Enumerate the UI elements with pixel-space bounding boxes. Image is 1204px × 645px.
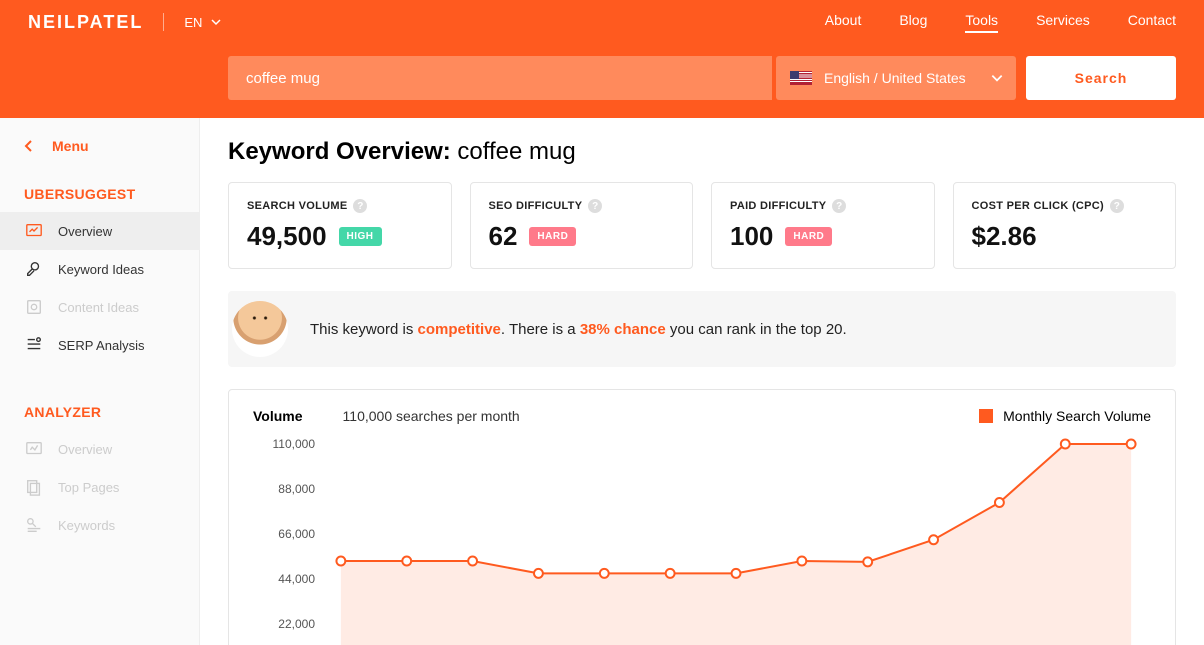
nav-tools[interactable]: Tools bbox=[965, 12, 998, 33]
chart-point[interactable] bbox=[666, 569, 675, 578]
stat-label: COST PER CLICK (CPC) ? bbox=[972, 199, 1158, 213]
sidebar: Menu UBERSUGGEST OverviewKeyword IdeasCo… bbox=[0, 118, 200, 645]
section-analyzer: ANALYZER bbox=[0, 390, 199, 430]
chart-point[interactable] bbox=[929, 535, 938, 544]
chart-point[interactable] bbox=[995, 498, 1004, 507]
chart-point[interactable] bbox=[402, 557, 411, 566]
y-tick: 88,000 bbox=[278, 482, 315, 496]
help-icon[interactable]: ? bbox=[832, 199, 846, 213]
sidebar-item-keyword-ideas[interactable]: Keyword Ideas bbox=[0, 250, 199, 288]
badge: HARD bbox=[529, 227, 576, 246]
help-icon[interactable]: ? bbox=[588, 199, 602, 213]
nav-blog[interactable]: Blog bbox=[899, 12, 927, 33]
menu-label: Menu bbox=[52, 138, 89, 154]
nav-about[interactable]: About bbox=[825, 12, 862, 33]
serp-icon bbox=[24, 336, 44, 354]
chart-point[interactable] bbox=[863, 557, 872, 566]
insight-text: This keyword is competitive. There is a … bbox=[310, 321, 847, 338]
stat-value: $2.86 bbox=[972, 221, 1037, 252]
keyword-icon bbox=[24, 260, 44, 278]
analyzer-icon bbox=[24, 440, 44, 458]
language-selector[interactable]: EN bbox=[184, 15, 222, 30]
pages-icon bbox=[24, 478, 44, 496]
y-tick: 22,000 bbox=[278, 617, 315, 631]
overview-icon bbox=[24, 222, 44, 240]
volume-chart-card: Volume 110,000 searches per month Monthl… bbox=[228, 389, 1176, 645]
stat-card-cost-per-click-cpc-: COST PER CLICK (CPC) ? $2.86 bbox=[953, 182, 1177, 269]
stat-value: 49,500 bbox=[247, 221, 327, 252]
keyword-search-input[interactable] bbox=[228, 56, 772, 100]
chevron-down-icon bbox=[210, 16, 222, 28]
menu-back-button[interactable]: Menu bbox=[0, 138, 199, 172]
us-flag-icon bbox=[790, 71, 812, 85]
sidebar-item-top-pages: Top Pages bbox=[0, 468, 199, 506]
sidebar-item-overview[interactable]: Overview bbox=[0, 212, 199, 250]
chevron-left-icon bbox=[24, 139, 34, 153]
stat-value: 100 bbox=[730, 221, 773, 252]
badge: HIGH bbox=[339, 227, 382, 246]
chart-point[interactable] bbox=[468, 557, 477, 566]
page-title: Keyword Overview: coffee mug bbox=[228, 138, 1176, 166]
chart-point[interactable] bbox=[797, 557, 806, 566]
language-label: EN bbox=[184, 15, 202, 30]
stat-label: PAID DIFFICULTY ? bbox=[730, 199, 916, 213]
stat-card-search-volume: SEARCH VOLUME ? 49,500 HIGH bbox=[228, 182, 452, 269]
help-icon[interactable]: ? bbox=[353, 199, 367, 213]
chart-point[interactable] bbox=[534, 569, 543, 578]
keywords-icon bbox=[24, 516, 44, 534]
y-tick: 66,000 bbox=[278, 527, 315, 541]
content-icon bbox=[24, 298, 44, 316]
chevron-down-icon bbox=[990, 71, 1004, 85]
chart-point[interactable] bbox=[600, 569, 609, 578]
badge: HARD bbox=[785, 227, 832, 246]
chart-point[interactable] bbox=[336, 557, 345, 566]
avatar-icon bbox=[232, 301, 288, 357]
sidebar-item-serp-analysis[interactable]: SERP Analysis bbox=[0, 326, 199, 364]
locale-label: English / United States bbox=[824, 70, 966, 86]
chart-legend: Monthly Search Volume bbox=[979, 408, 1151, 424]
nav-services[interactable]: Services bbox=[1036, 12, 1090, 33]
chart-point[interactable] bbox=[732, 569, 741, 578]
stat-card-paid-difficulty: PAID DIFFICULTY ? 100 HARD bbox=[711, 182, 935, 269]
chart-title: Volume bbox=[253, 408, 303, 424]
divider bbox=[163, 13, 164, 31]
top-nav: About Blog Tools Services Contact bbox=[825, 12, 1176, 33]
locale-selector[interactable]: English / United States bbox=[776, 56, 1016, 100]
chart-point[interactable] bbox=[1127, 440, 1136, 449]
y-tick: 44,000 bbox=[278, 572, 315, 586]
stat-value: 62 bbox=[489, 221, 518, 252]
insight-banner: This keyword is competitive. There is a … bbox=[228, 291, 1176, 367]
help-icon[interactable]: ? bbox=[1110, 199, 1124, 213]
section-ubersuggest: UBERSUGGEST bbox=[0, 172, 199, 212]
chart-point[interactable] bbox=[1061, 440, 1070, 449]
sidebar-item-keywords: Keywords bbox=[0, 506, 199, 544]
y-tick: 110,000 bbox=[273, 437, 316, 451]
chart-area-fill bbox=[341, 444, 1131, 645]
legend-swatch-icon bbox=[979, 409, 993, 423]
brand-logo[interactable]: NEILPATEL bbox=[28, 12, 143, 33]
sidebar-item-content-ideas: Content Ideas bbox=[0, 288, 199, 326]
search-button[interactable]: Search bbox=[1026, 56, 1176, 100]
nav-contact[interactable]: Contact bbox=[1128, 12, 1176, 33]
stat-label: SEO DIFFICULTY ? bbox=[489, 199, 675, 213]
stat-card-seo-difficulty: SEO DIFFICULTY ? 62 HARD bbox=[470, 182, 694, 269]
chart-subtitle: 110,000 searches per month bbox=[343, 408, 520, 424]
stat-label: SEARCH VOLUME ? bbox=[247, 199, 433, 213]
sidebar-item-overview: Overview bbox=[0, 430, 199, 468]
